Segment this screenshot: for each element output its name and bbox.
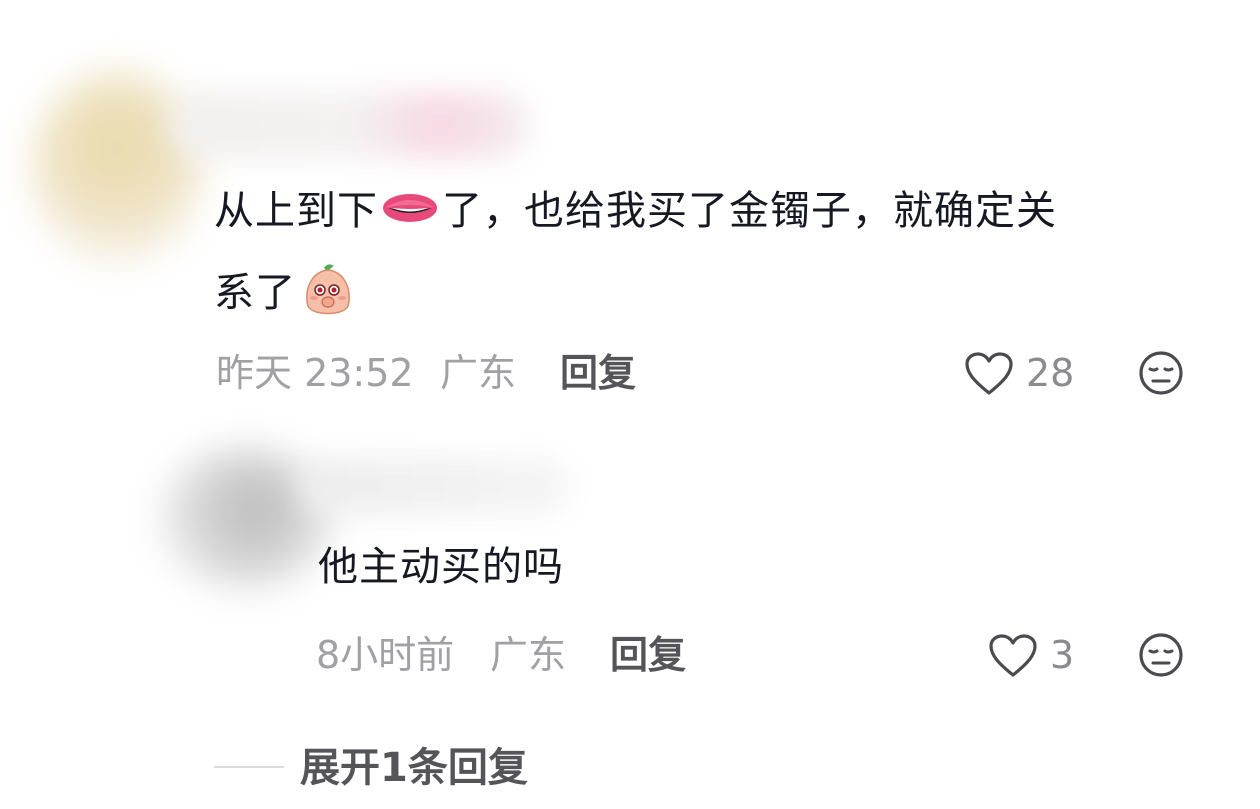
comment-text-line-1: 从上到下 了，也给我买了金镯子，就确定关	[214, 186, 1057, 236]
reply-dislike-face-icon[interactable]	[1138, 632, 1184, 678]
comment-text-part-b: 了，也给我买了金镯子，就确定关	[442, 188, 1057, 234]
reply-text: 他主动买的吗	[318, 544, 564, 590]
shy-peach-emoji-icon	[300, 262, 356, 318]
reply-name-blurred[interactable]	[300, 458, 570, 514]
reply-timestamp: 8小时前	[316, 633, 455, 677]
commenter-avatar-blurred[interactable]	[32, 72, 202, 262]
commenter-name-blurred[interactable]	[170, 92, 530, 158]
expand-replies-button[interactable]: 展开1条回复	[300, 744, 528, 792]
comment-timestamp: 昨天 23:52	[216, 351, 414, 395]
reply-reply-button[interactable]: 回复	[610, 632, 686, 678]
comment-reply-button[interactable]: 回复	[560, 350, 636, 396]
expand-divider	[214, 766, 284, 768]
comment-text-part-c: 系了	[214, 270, 296, 316]
dislike-face-icon[interactable]	[1138, 350, 1184, 396]
comment-text-line-2: 系了	[214, 262, 356, 318]
like-heart-icon[interactable]	[964, 351, 1014, 397]
reply-location: 广东	[490, 633, 567, 677]
reply-like-heart-icon[interactable]	[988, 633, 1038, 679]
comment-text-part-a: 从上到下	[214, 188, 378, 234]
lips-emoji-icon	[380, 188, 440, 228]
comment-location: 广东	[440, 351, 517, 395]
reply-like-count: 3	[1050, 633, 1075, 677]
comment-thread: 从上到下 了，也给我买了金镯子，就确定关 系了 昨天 23:52 广东 回复 2…	[0, 0, 1260, 809]
comment-like-count: 28	[1026, 351, 1075, 395]
